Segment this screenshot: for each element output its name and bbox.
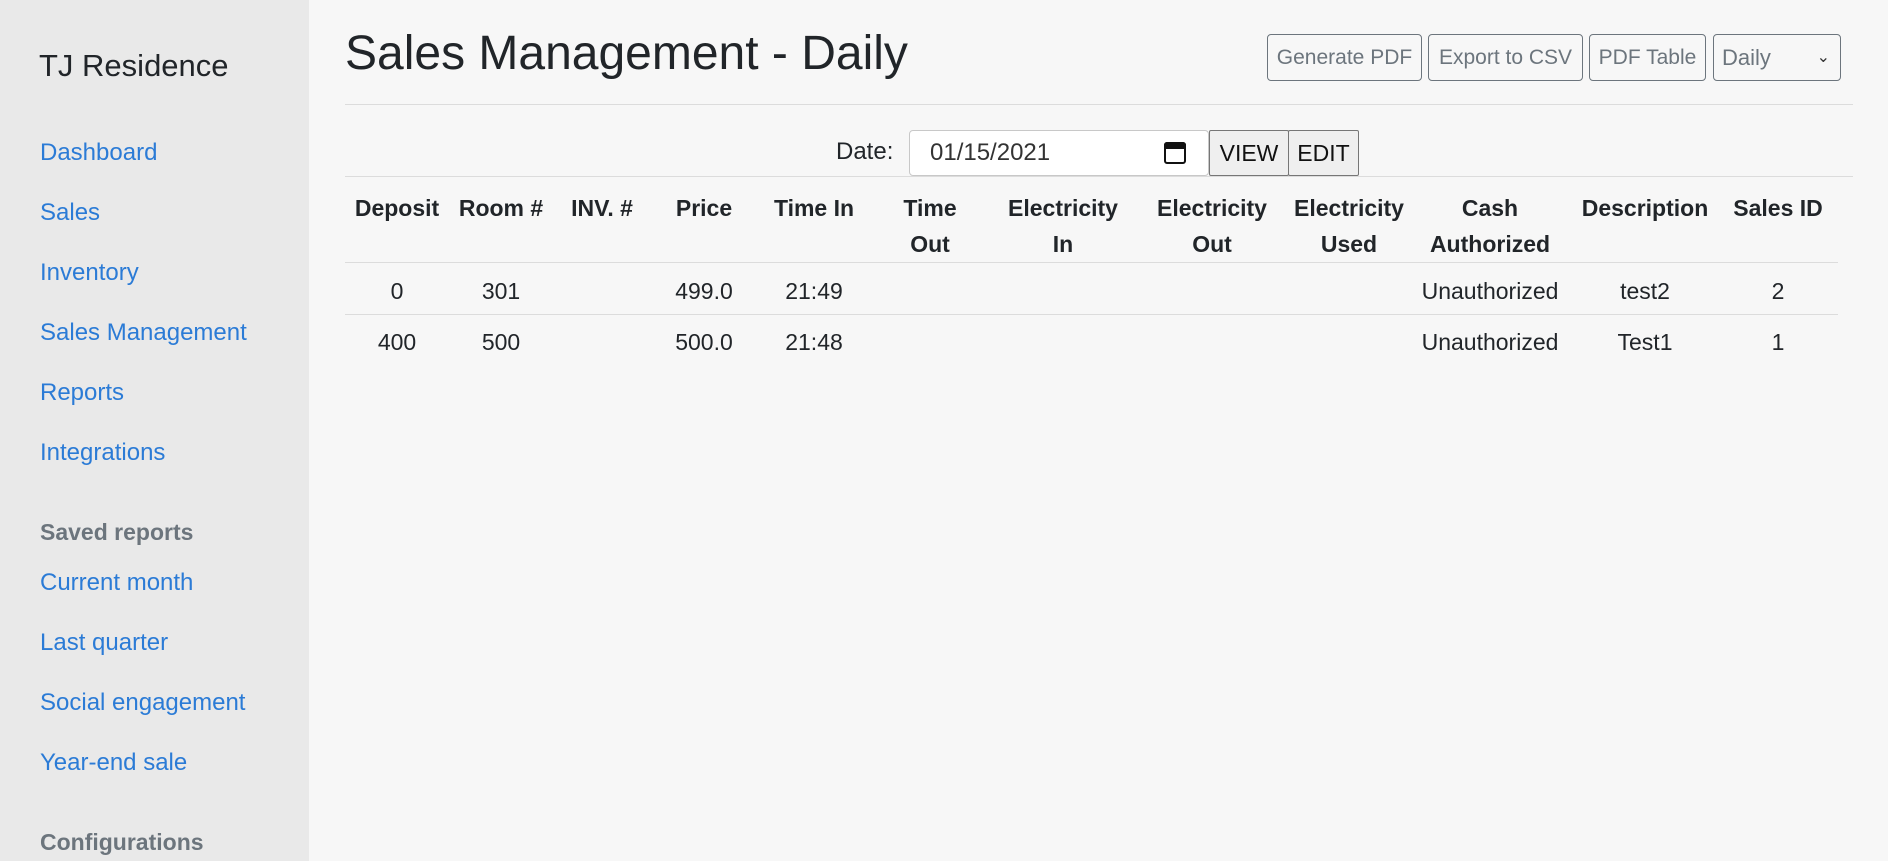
table-cell: 301 [481,278,521,304]
saved-report-social-engagement[interactable]: Social engagement [40,689,245,717]
col-header-electricity-out: Electricity Out [1157,195,1267,257]
table-cell: Unauthorized [1421,329,1559,355]
generate-pdf-button[interactable]: Generate PDF [1267,34,1422,81]
date-label: Date: [836,138,894,165]
table-cell: 400 [377,329,417,355]
sidebar: TJ Residence Dashboard Sales Inventory S… [0,0,309,861]
table-top-border [345,176,1853,177]
table-cell: 0 [390,278,404,304]
header-divider [345,104,1853,105]
table-cell: 500 [481,329,521,355]
saved-report-last-quarter[interactable]: Last quarter [40,629,168,657]
date-input[interactable]: 01/15/2021 [909,130,1209,176]
period-select-value: Daily [1722,44,1771,70]
sidebar-item-inventory[interactable]: Inventory [40,259,139,287]
table-cell: 21:49 [785,278,843,304]
table-cell: Test1 [1617,329,1673,355]
calendar-icon[interactable] [1164,142,1186,164]
col-header-invoice: INV. # [571,195,633,221]
table-cell: test2 [1620,278,1670,304]
chevron-down-icon: ⌄ [1816,49,1830,66]
sidebar-item-sales[interactable]: Sales [40,199,100,227]
sidebar-item-reports[interactable]: Reports [40,379,124,407]
col-header-room: Room # [458,195,544,221]
table-cell: 2 [1771,278,1785,304]
col-header-price: Price [675,195,733,221]
pdf-table-button[interactable]: PDF Table [1589,34,1706,81]
configurations-heading: Configurations [40,829,204,855]
col-header-electricity-in: Electricity In [1008,195,1118,257]
table-cell: 500.0 [675,329,733,355]
col-header-deposit: Deposit [354,195,440,221]
sidebar-item-integrations[interactable]: Integrations [40,439,165,467]
edit-button[interactable]: EDIT [1288,130,1359,176]
table-cell: 499.0 [675,278,733,304]
period-select[interactable]: Daily ⌄ [1713,34,1841,81]
view-button[interactable]: VIEW [1209,130,1289,176]
brand-title[interactable]: TJ Residence [39,48,229,84]
main-content: Sales Management - Daily Generate PDF Ex… [309,0,1888,861]
col-header-description: Description [1581,195,1709,221]
col-header-sales-id: Sales ID [1733,195,1823,221]
col-header-time-in: Time In [773,195,855,221]
table-cell: Unauthorized [1421,278,1559,304]
table-cell: 21:48 [785,329,843,355]
col-header-cash-authorized: Cash Authorized [1429,195,1551,257]
table-cell: 1 [1771,329,1785,355]
export-csv-button[interactable]: Export to CSV [1428,34,1583,81]
table-header-border [345,262,1838,263]
saved-report-current-month[interactable]: Current month [40,569,193,597]
saved-reports-heading: Saved reports [40,519,194,545]
col-header-electricity-used: Electricity Used [1294,195,1404,257]
sidebar-item-sales-management[interactable]: Sales Management [40,319,247,347]
col-header-time-out: Time Out [903,195,957,257]
date-value: 01/15/2021 [930,139,1051,166]
page-title: Sales Management - Daily [345,27,908,80]
saved-report-year-end-sale[interactable]: Year-end sale [40,749,187,777]
table-row-border [345,314,1838,315]
sidebar-item-dashboard[interactable]: Dashboard [40,139,157,167]
